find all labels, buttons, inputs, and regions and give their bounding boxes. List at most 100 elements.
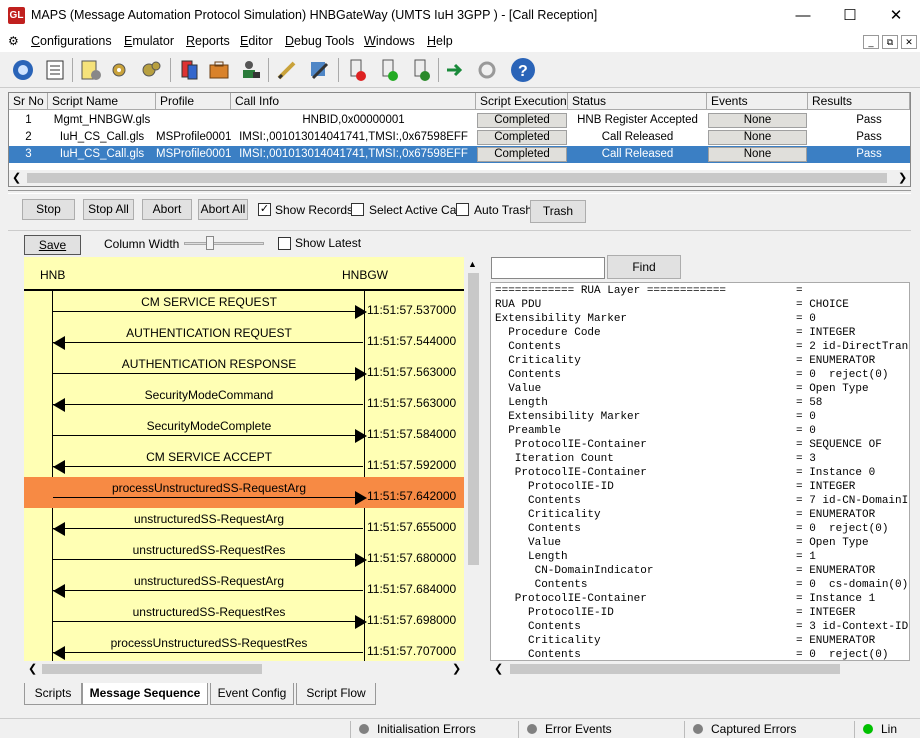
show-latest-checkbox[interactable] — [278, 237, 291, 250]
globe-icon[interactable] — [10, 57, 36, 83]
decode-horizontal-scrollbar[interactable]: ❮ — [490, 661, 910, 677]
phone-green-icon[interactable] — [376, 57, 402, 83]
sequence-message[interactable]: SecurityModeCommand 11:51:57.563000 — [24, 384, 464, 415]
gears-icon[interactable] — [138, 57, 164, 83]
sequence-message[interactable]: AUTHENTICATION RESPONSE 11:51:57.563000 — [24, 353, 464, 384]
column-header[interactable]: Events — [707, 93, 808, 110]
table-row[interactable]: 1 Mgmt_HNBGW.gls HNBID,0x00000001 Comple… — [9, 112, 910, 129]
exec-status-button[interactable]: Completed — [477, 130, 567, 145]
events-button[interactable]: None — [708, 147, 807, 162]
stop-button[interactable]: Stop — [22, 199, 75, 220]
scroll-left-icon[interactable]: ❮ — [494, 662, 503, 675]
minimize-icon[interactable]: — — [780, 2, 826, 30]
tab-event-config[interactable]: Event Config — [210, 683, 294, 705]
sequence-message[interactable]: CM SERVICE ACCEPT 11:51:57.592000 — [24, 446, 464, 477]
sequence-message[interactable]: CM SERVICE REQUEST 11:51:57.537000 — [24, 291, 464, 322]
status-initialisation-errors[interactable]: Initialisation Errors — [350, 721, 518, 738]
profile-icon[interactable] — [176, 57, 202, 83]
abort-all-button[interactable]: Abort All — [198, 199, 248, 220]
tab-script-flow[interactable]: Script Flow — [296, 683, 376, 705]
gears-icon[interactable] — [108, 57, 134, 83]
sequence-message[interactable]: unstructuredSS-RequestRes 11:51:57.698000 — [24, 601, 464, 632]
events-button[interactable]: None — [708, 130, 807, 145]
sequence-message[interactable]: unstructuredSS-RequestArg 11:51:57.684000 — [24, 570, 464, 601]
scroll-left-icon[interactable]: ❮ — [28, 662, 37, 675]
find-button[interactable]: Find — [607, 255, 681, 279]
table-row[interactable]: 2 IuH_CS_Call.gls MSProfile0001 IMSI:,00… — [9, 129, 910, 146]
scroll-up-icon[interactable]: ▲ — [468, 259, 477, 269]
auto-trash-checkbox[interactable] — [456, 203, 469, 216]
seq-horizontal-scrollbar[interactable]: ❮ ❯ — [24, 661, 464, 677]
save-button[interactable]: Save — [24, 235, 81, 255]
message-timestamp: 11:51:57.707000 — [367, 644, 457, 658]
column-header[interactable]: Script Execution — [476, 93, 568, 110]
user-lock-icon[interactable] — [238, 57, 264, 83]
phone-red-icon[interactable] — [344, 57, 370, 83]
list-icon[interactable] — [42, 57, 68, 83]
exec-status-button[interactable]: Completed — [477, 113, 567, 128]
sequence-message[interactable]: AUTHENTICATION REQUEST 11:51:57.544000 — [24, 322, 464, 353]
close-icon[interactable]: ✕ — [873, 2, 919, 30]
scroll-left-icon[interactable]: ❮ — [12, 171, 21, 184]
exec-status-button[interactable]: Completed — [477, 147, 567, 162]
events-button[interactable]: None — [708, 113, 807, 128]
scrollbar-thumb[interactable] — [42, 664, 262, 674]
trash-button[interactable]: Trash — [530, 200, 586, 223]
cell-script: IuH_CS_Call.gls — [59, 148, 145, 160]
maximize-icon[interactable]: ☐ — [827, 2, 873, 30]
sequence-message[interactable]: processUnstructuredSS-RequestRes 11:51:57… — [24, 632, 464, 661]
column-width-slider[interactable] — [184, 242, 264, 245]
scrollbar-thumb[interactable] — [27, 173, 887, 183]
column-header[interactable]: Script Name — [48, 93, 156, 110]
menu-help[interactable]: Help — [427, 34, 453, 48]
column-header[interactable]: Results — [808, 93, 910, 110]
status-error-events[interactable]: Error Events — [518, 721, 684, 738]
table-row-selected[interactable]: 3 IuH_CS_Call.gls MSProfile0001 IMSI:,00… — [9, 146, 910, 163]
slider-thumb[interactable] — [206, 236, 214, 250]
menu-emulator[interactable]: Emulator — [124, 34, 174, 48]
briefcase-icon[interactable] — [206, 57, 232, 83]
decode-field: Contents — [495, 369, 562, 381]
column-header[interactable]: Status — [568, 93, 707, 110]
menu-configurations[interactable]: Configurations — [31, 34, 112, 48]
tab-scripts[interactable]: Scripts — [24, 683, 82, 705]
import-icon[interactable] — [442, 57, 468, 83]
stop-all-button[interactable]: Stop All — [83, 199, 134, 220]
menu-debug-tools[interactable]: Debug Tools — [285, 34, 354, 48]
mdi-gear-icon[interactable]: ⚙ — [8, 34, 19, 48]
scroll-right-icon[interactable]: ❯ — [452, 662, 461, 675]
scrollbar-thumb[interactable] — [468, 273, 479, 565]
tab-message-sequence[interactable]: Message Sequence — [82, 683, 208, 705]
menu-editor[interactable]: Editor — [240, 34, 273, 48]
menu-windows[interactable]: Windows — [364, 34, 415, 48]
script-edit-icon[interactable] — [78, 57, 104, 83]
abort-button[interactable]: Abort — [142, 199, 192, 220]
column-header[interactable]: Call Info — [231, 93, 476, 110]
pen-icon[interactable] — [274, 57, 300, 83]
find-input[interactable] — [491, 257, 605, 279]
message-label: unstructuredSS-RequestArg — [133, 574, 285, 588]
tool-icon[interactable] — [306, 57, 332, 83]
message-timestamp: 11:51:57.537000 — [367, 303, 457, 317]
menu-reports[interactable]: Reports — [186, 34, 230, 48]
mdi-minimize-icon[interactable]: _ — [863, 35, 879, 49]
select-active-call-checkbox[interactable] — [351, 203, 364, 216]
status-captured-errors[interactable]: Captured Errors — [684, 721, 854, 738]
mdi-close-icon[interactable]: ✕ — [901, 35, 917, 49]
sequence-message[interactable]: SecurityModeComplete 11:51:57.584000 — [24, 415, 464, 446]
scroll-right-icon[interactable]: ❯ — [898, 171, 907, 184]
help-icon[interactable]: ? — [510, 57, 536, 83]
sequence-message[interactable]: processUnstructuredSS-RequestArg 11:51:57… — [24, 477, 464, 508]
show-records-checkbox[interactable]: ✓ — [258, 203, 271, 216]
column-header[interactable]: Profile — [156, 93, 231, 110]
column-header[interactable]: Sr No — [9, 93, 48, 110]
scrollbar-thumb[interactable] — [510, 664, 840, 674]
seq-vertical-scrollbar[interactable]: ▲ — [465, 257, 482, 661]
sequence-message[interactable]: unstructuredSS-RequestArg 11:51:57.655000 — [24, 508, 464, 539]
mdi-restore-icon[interactable]: ⧉ — [882, 35, 898, 49]
sequence-message[interactable]: unstructuredSS-RequestRes 11:51:57.680000 — [24, 539, 464, 570]
grid-horizontal-scrollbar[interactable]: ❮ ❯ — [9, 170, 910, 186]
decode-field: ProtocolIE-ID — [495, 607, 614, 619]
phone-blue-icon[interactable] — [408, 57, 434, 83]
splitter[interactable] — [8, 190, 911, 194]
